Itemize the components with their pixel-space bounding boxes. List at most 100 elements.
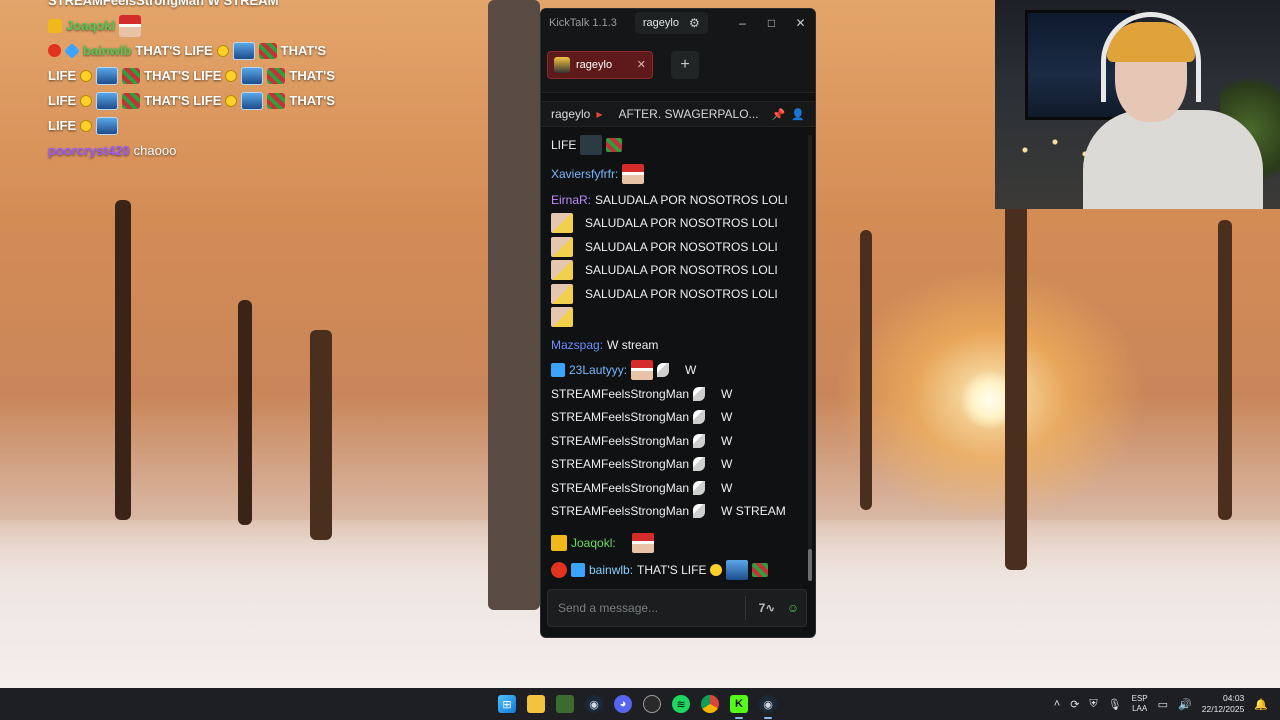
chat-message: LIFE <box>551 135 795 157</box>
overlay-line: LIFE <box>48 113 368 138</box>
cube-badge-icon <box>571 563 585 578</box>
feather-emote-icon <box>693 386 706 401</box>
monitor-emote-icon <box>96 116 119 135</box>
gift-emote-icon <box>258 42 277 59</box>
overlay-username: Joaqokl <box>66 18 116 33</box>
message-text: W <box>721 480 733 495</box>
kicktalk-icon[interactable]: K <box>730 695 748 719</box>
message-text: SALUDALA POR NOSOTROS LOLI <box>585 286 778 301</box>
tree-trunk <box>115 200 131 520</box>
chat-message-cont <box>551 306 795 330</box>
chrome-icon[interactable] <box>701 695 719 713</box>
taskbar: ⊞ ◉ ◕ ≋ K ◉ ˄ ⟳ ⛨ 🎙 ESP LAA ▭ 🔊 04:03 22… <box>0 688 1280 720</box>
loli-emote-icon <box>551 260 573 281</box>
coin-emote-icon <box>80 94 93 107</box>
shield-icon[interactable]: ⛨ <box>1089 698 1097 711</box>
kick-emote-button[interactable]: ☺ <box>780 595 806 621</box>
maximize-button[interactable]: □ <box>757 16 786 30</box>
message-text: STREAMFeelsStrongMan <box>551 504 690 519</box>
chat-scrollbar[interactable] <box>808 135 812 581</box>
spotify-icon[interactable]: ≋ <box>672 695 690 713</box>
chat-message-cont: SALUDALA POR NOSOTROS LOLI <box>551 212 795 236</box>
gear-icon[interactable]: ⚙ <box>689 16 700 30</box>
close-button[interactable]: ✕ <box>786 16 815 30</box>
chat-username[interactable]: Xaviersfyfrfr: <box>551 167 618 181</box>
pin-icon[interactable]: 📌 <box>772 108 786 121</box>
message-input[interactable] <box>558 601 737 615</box>
notification-icon[interactable]: 🔔 <box>1254 698 1268 711</box>
app-icon[interactable] <box>556 695 574 713</box>
language-code: ESP <box>1131 694 1148 703</box>
overlay-text: THAT'S LIFE <box>144 93 222 108</box>
overlay-text: THAT'S <box>280 43 327 58</box>
steam-icon[interactable]: ◉ <box>585 695 603 713</box>
monitor-emote-icon <box>726 560 749 581</box>
kicktalk-window: KickTalk 1.1.3 rageylo ⚙ – □ ✕ rageylo ✕… <box>540 8 816 638</box>
feather-emote-icon <box>693 457 706 472</box>
coin-emote-icon <box>225 94 238 107</box>
overlay-text: LIFE <box>48 93 77 108</box>
tab-rageylo[interactable]: rageylo ✕ <box>547 50 653 79</box>
gift-emote-icon <box>606 137 623 152</box>
cube-badge-icon <box>64 42 80 59</box>
user-icon[interactable]: 👤 <box>791 108 805 121</box>
loli-emote-icon <box>551 213 573 234</box>
coin-emote-icon <box>216 44 229 57</box>
volume-icon[interactable]: 🔊 <box>1178 698 1192 711</box>
tree-trunk <box>1005 200 1027 570</box>
minimize-button[interactable]: – <box>728 16 757 30</box>
chat-message-cont: SALUDALA POR NOSOTROS LOLI <box>551 282 795 306</box>
add-tab-button[interactable]: + <box>671 50 699 79</box>
santa-emote-icon <box>622 164 645 185</box>
badge-icon <box>48 44 61 57</box>
title-bar: KickTalk 1.1.3 rageylo ⚙ – □ ✕ <box>541 9 815 37</box>
stream-title: AFTER. SWAGERPALO... <box>618 107 759 121</box>
scrollbar-thumb[interactable] <box>808 549 812 581</box>
message-text: THAT'S LIFE <box>637 563 707 578</box>
message-input-bar: 7∿ ☺ <box>547 589 807 627</box>
monitor-icon[interactable]: ▭ <box>1158 698 1168 711</box>
webcam-feed <box>995 0 1280 209</box>
message-text: W <box>721 433 733 448</box>
badge-icon <box>48 18 62 33</box>
language-indicator[interactable]: ESP LAA <box>1132 694 1148 714</box>
loli-emote-icon <box>551 307 573 328</box>
gift-emote-icon <box>267 92 286 109</box>
coin-emote-icon <box>710 564 723 577</box>
message-text: W STREAM <box>721 504 786 519</box>
chat-tabs: rageylo ✕ + <box>541 37 815 93</box>
overlay-line: STREAMFeelsStrongMan W STREAM <box>48 0 368 13</box>
obs-icon[interactable] <box>643 695 661 713</box>
chat-username[interactable]: bainwlb: <box>589 563 633 577</box>
chat-message: Mazspag: W stream <box>551 333 795 357</box>
user-menu-button[interactable]: rageylo ⚙ <box>634 12 708 34</box>
monitor-emote-icon <box>96 91 119 110</box>
clock-date: 22/12/2025 <box>1201 704 1245 714</box>
sync-icon[interactable]: ⟳ <box>1070 698 1079 711</box>
chat-message-cont: STREAMFeelsStrongMan W <box>551 382 795 406</box>
chat-messages[interactable]: LIFE Xaviersfyfrfr: EirnaR: SALUDALA POR… <box>541 135 805 581</box>
file-explorer-icon[interactable] <box>527 695 545 713</box>
chat-username[interactable]: Mazspag: <box>551 338 603 352</box>
message-text: STREAMFeelsStrongMan <box>551 480 690 495</box>
gift-emote-icon <box>122 92 141 109</box>
message-text: STREAMFeelsStrongMan <box>551 457 690 472</box>
microphone-icon[interactable]: 🎙 <box>1108 698 1122 711</box>
cube-badge-icon <box>551 363 565 378</box>
coin-emote-icon <box>225 69 238 82</box>
overlay-chat: STREAMFeelsStrongMan W STREAM Joaqokl ba… <box>48 0 368 163</box>
discord-icon[interactable]: ◕ <box>614 695 632 713</box>
steam-icon[interactable]: ◉ <box>759 695 777 719</box>
overlay-text: chaooo <box>133 143 177 158</box>
clock[interactable]: 04:03 22/12/2025 <box>1202 693 1245 715</box>
chevron-up-icon[interactable]: ˄ <box>1054 698 1060 710</box>
message-text: W <box>721 457 733 472</box>
clock-time: 04:03 <box>1223 693 1245 703</box>
7tv-emote-button[interactable]: 7∿ <box>754 595 780 621</box>
chat-message-cont: SALUDALA POR NOSOTROS LOLI <box>551 235 795 259</box>
close-tab-icon[interactable]: ✕ <box>637 58 646 71</box>
chat-username[interactable]: EirnaR: <box>551 193 591 207</box>
windows-start-icon[interactable]: ⊞ <box>498 695 516 713</box>
chat-username[interactable]: 23Lautyyy: <box>569 363 627 377</box>
chat-username[interactable]: Joaqokl: <box>571 536 616 550</box>
